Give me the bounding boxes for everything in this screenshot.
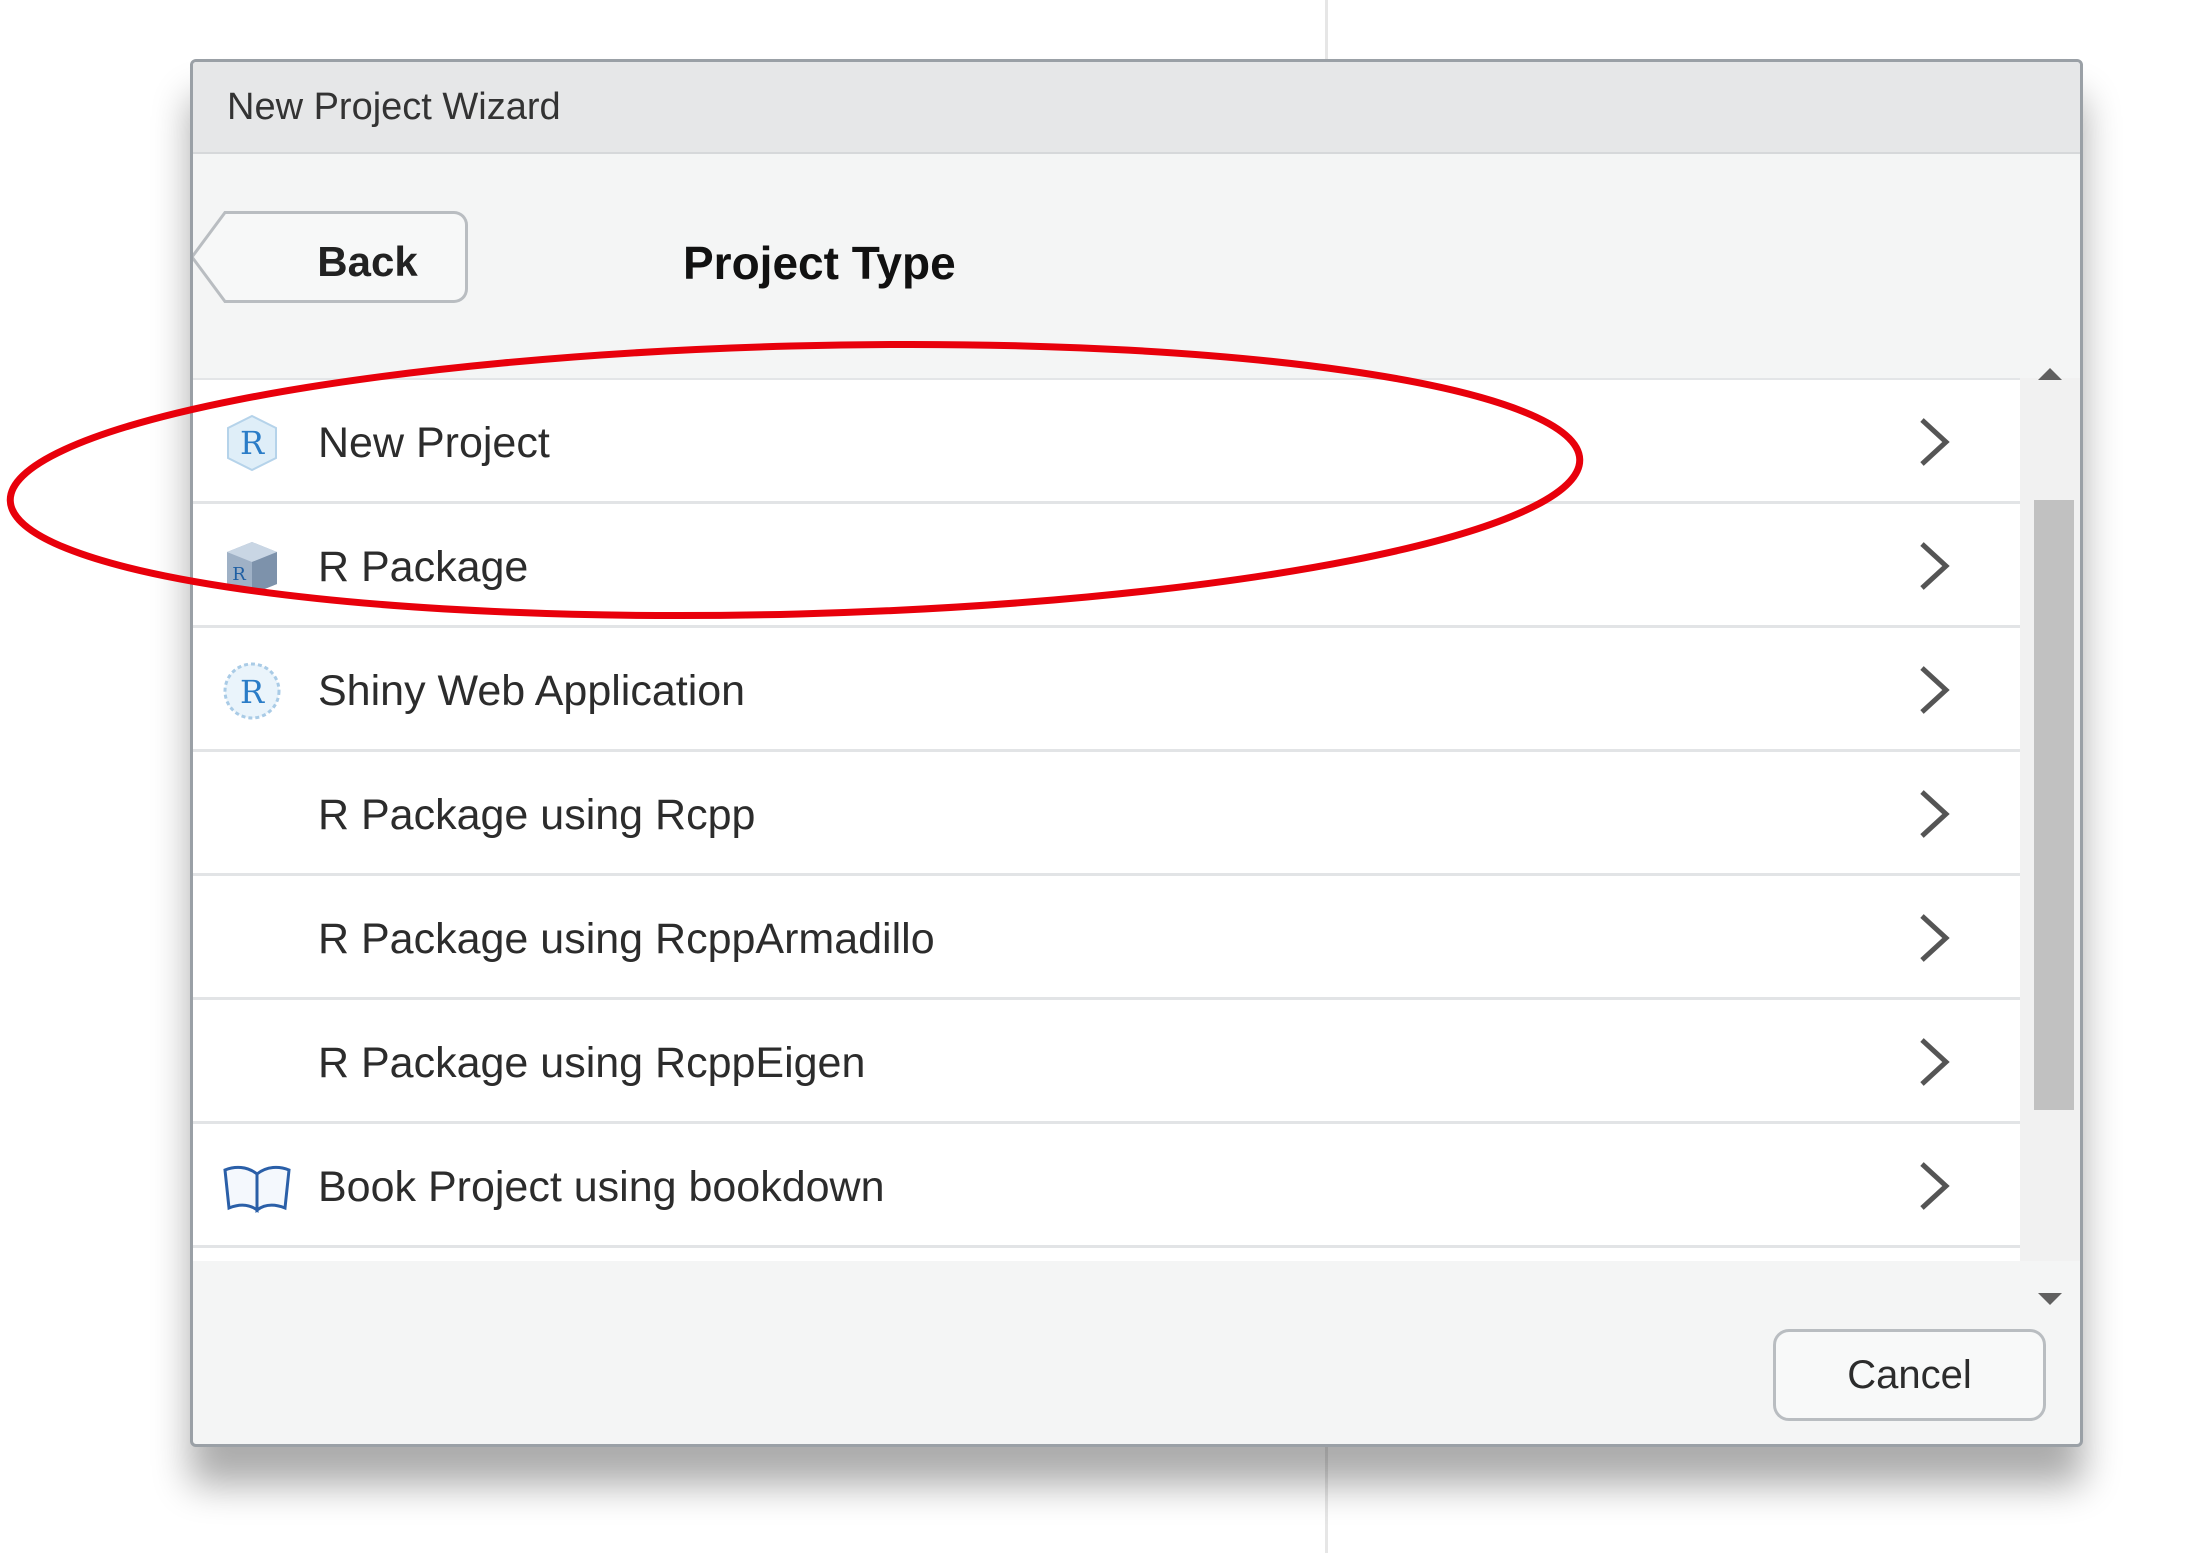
scroll-down-arrow-icon[interactable] bbox=[2038, 1293, 2062, 1305]
list-item-label: R Package using RcppArmadillo bbox=[318, 915, 935, 963]
list-item-label: R Package using RcppEigen bbox=[318, 1039, 866, 1087]
chevron-right-icon bbox=[1914, 540, 1954, 592]
list-scrollbar[interactable] bbox=[2020, 368, 2080, 1305]
chevron-right-icon bbox=[1914, 416, 1954, 468]
dialog-titlebar: New Project Wizard bbox=[193, 62, 2080, 154]
list-item-label: New Project bbox=[318, 419, 550, 467]
list-item-book-project-bookdown[interactable]: Book Project using bookdown bbox=[193, 1124, 2020, 1248]
chevron-right-icon bbox=[1914, 912, 1954, 964]
dialog-title: New Project Wizard bbox=[227, 86, 561, 128]
chevron-right-icon bbox=[1914, 1160, 1954, 1212]
list-item-label: Shiny Web Application bbox=[318, 667, 746, 715]
list-item-r-package-rcppeigen[interactable]: R Package using RcppEigen bbox=[193, 1000, 2020, 1124]
scrollbar-thumb[interactable] bbox=[2034, 500, 2074, 1110]
chevron-right-icon bbox=[1914, 664, 1954, 716]
list-item-shiny-web-application[interactable]: R Shiny Web Application bbox=[193, 628, 2020, 752]
r-package-icon: R bbox=[221, 536, 283, 598]
svg-text:R: R bbox=[240, 673, 265, 711]
list-item-partial[interactable] bbox=[193, 1248, 2020, 1261]
cancel-button[interactable]: Cancel bbox=[1773, 1329, 2046, 1421]
svg-text:R: R bbox=[232, 564, 246, 585]
scroll-up-arrow-icon[interactable] bbox=[2038, 368, 2062, 380]
project-type-list: R New Project R R Package R Shiny Web Ap… bbox=[193, 378, 2020, 1261]
list-item-new-project[interactable]: R New Project bbox=[193, 380, 2020, 504]
back-button-label: Back bbox=[317, 238, 418, 285]
list-item-r-package-rcpparmadillo[interactable]: R Package using RcppArmadillo bbox=[193, 876, 2020, 1000]
new-project-wizard-dialog: New Project Wizard Back Project Type R N… bbox=[190, 59, 2083, 1447]
list-item-r-package-rcpp[interactable]: R Package using Rcpp bbox=[193, 752, 2020, 876]
chevron-right-icon bbox=[1914, 1036, 1954, 1088]
page-title: Project Type bbox=[683, 237, 956, 289]
list-item-label: R Package bbox=[318, 543, 529, 591]
shiny-icon: R bbox=[221, 660, 283, 722]
list-item-label: R Package using Rcpp bbox=[318, 791, 756, 839]
book-icon bbox=[221, 1156, 291, 1218]
back-button[interactable]: Back bbox=[260, 211, 468, 303]
list-item-r-package[interactable]: R R Package bbox=[193, 504, 2020, 628]
list-item-label: Book Project using bookdown bbox=[318, 1163, 885, 1211]
chevron-right-icon bbox=[1914, 788, 1954, 840]
r-project-icon: R bbox=[221, 412, 283, 474]
svg-text:R: R bbox=[240, 424, 265, 462]
